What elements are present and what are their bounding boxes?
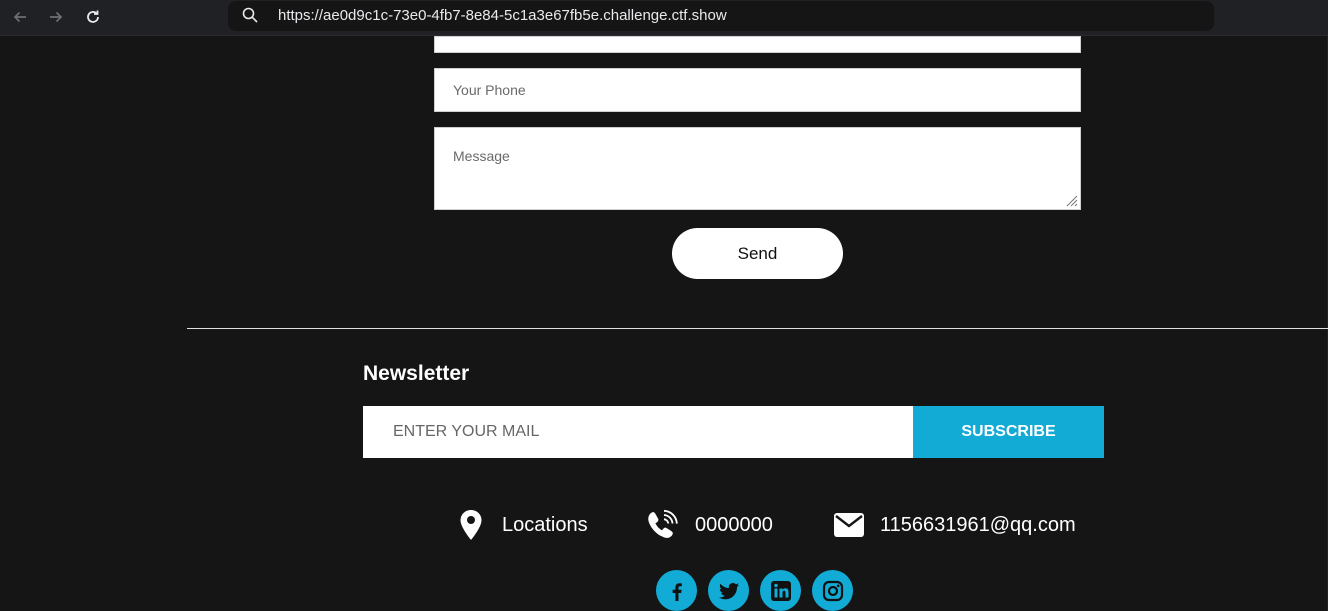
browser-toolbar: https://ae0d9c1c-73e0-4fb7-8e84-5c1a3e67…: [0, 0, 1328, 36]
arrow-right-icon: [50, 11, 63, 23]
search-icon: [242, 7, 258, 23]
location-label: Locations: [502, 513, 588, 536]
resize-grip-icon[interactable]: [1064, 193, 1078, 207]
facebook-link[interactable]: [656, 570, 697, 611]
facebook-icon: [672, 582, 682, 601]
reload-icon: [87, 10, 99, 23]
forward-button[interactable]: [42, 4, 70, 30]
newsletter-title: Newsletter: [363, 362, 470, 385]
envelope-icon: [834, 513, 864, 537]
contact-email[interactable]: 1156631961@qq.com: [833, 508, 1076, 542]
map-pin-icon: [460, 510, 482, 540]
address-bar[interactable]: https://ae0d9c1c-73e0-4fb7-8e84-5c1a3e67…: [228, 1, 1214, 31]
contact-phone[interactable]: 0000000: [646, 508, 773, 542]
back-button[interactable]: [6, 4, 34, 30]
phone-icon: [648, 509, 678, 538]
subscribe-button[interactable]: SUBSCRIBE: [913, 406, 1104, 458]
phone-number: 0000000: [695, 513, 773, 536]
instagram-icon: [822, 580, 843, 601]
newsletter-email-input[interactable]: [363, 406, 913, 458]
twitter-icon: [718, 582, 739, 599]
url-text: https://ae0d9c1c-73e0-4fb7-8e84-5c1a3e67…: [278, 7, 727, 24]
linkedin-link[interactable]: [760, 570, 801, 611]
linkedin-icon: [770, 580, 791, 601]
message-field[interactable]: [434, 127, 1081, 210]
email-field[interactable]: [434, 36, 1081, 53]
phone-field[interactable]: [434, 68, 1081, 112]
send-button[interactable]: Send: [672, 228, 843, 279]
reload-button[interactable]: [79, 4, 107, 30]
twitter-link[interactable]: [708, 570, 749, 611]
contact-location[interactable]: Locations: [458, 508, 588, 542]
section-divider: [187, 328, 1328, 329]
instagram-link[interactable]: [812, 570, 853, 611]
email-address: 1156631961@qq.com: [880, 513, 1076, 536]
arrow-left-icon: [13, 11, 26, 23]
